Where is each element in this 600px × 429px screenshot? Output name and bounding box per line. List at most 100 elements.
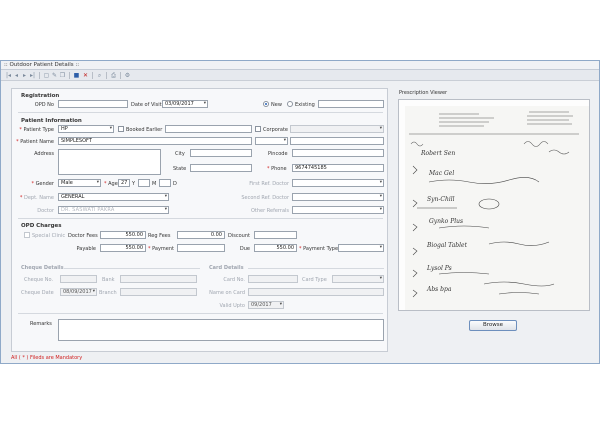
settings-icon[interactable]: ⚙ — [124, 72, 131, 79]
mandatory-note: All ( * ) Fileds are Mandatory — [11, 355, 83, 361]
doctor-fees-input[interactable]: 550.00 — [100, 231, 146, 239]
payment-type-select[interactable]: ▾ — [338, 244, 384, 252]
bank-label: Bank — [102, 277, 115, 283]
chevron-down-icon: ▾ — [379, 180, 382, 185]
corporate-select[interactable]: ▾ — [290, 125, 384, 133]
due-label: Due — [239, 246, 250, 252]
pincode-input[interactable] — [292, 149, 384, 157]
discount-input[interactable] — [254, 231, 297, 239]
patient-type-select[interactable]: HP ▾ — [58, 125, 114, 133]
card-no-label: Card No. — [223, 277, 245, 283]
first-icon[interactable]: |◂ — [5, 72, 12, 79]
cheque-date-picker[interactable]: 08/09/2017 ▾ — [60, 288, 97, 296]
chevron-down-icon: ▾ — [379, 207, 382, 212]
save-icon[interactable]: ■ — [73, 72, 80, 79]
search-icon[interactable]: ⌕ — [96, 72, 103, 79]
payable-input[interactable]: 550.00 — [100, 244, 146, 252]
handwriting-strokes — [412, 165, 555, 298]
payable-label: Payable — [76, 246, 96, 252]
gender-select[interactable]: Male ▾ — [58, 179, 101, 187]
new-icon[interactable]: ▢ — [43, 72, 50, 79]
chevron-down-icon: ▾ — [164, 194, 167, 199]
gender-label: * Gender — [31, 181, 54, 187]
edit-icon[interactable]: ✎ — [51, 72, 58, 79]
divider — [18, 218, 383, 219]
corporate-checkbox[interactable] — [255, 126, 261, 132]
delete-icon[interactable]: ✕ — [82, 72, 89, 79]
second-ref-doctor-select[interactable]: ▾ — [292, 193, 384, 201]
opd-no-input[interactable] — [58, 100, 128, 108]
remarks-textarea[interactable] — [58, 319, 384, 341]
name-on-card-input[interactable] — [248, 288, 384, 296]
other-referrals-select[interactable]: ▾ — [292, 206, 384, 214]
chevron-down-icon: ▾ — [109, 126, 112, 131]
city-input[interactable] — [190, 149, 252, 157]
phone-label: * Phone — [267, 166, 287, 172]
pincode-label: Pincode — [268, 151, 288, 157]
bank-input[interactable] — [120, 275, 197, 283]
existing-input[interactable] — [318, 100, 384, 108]
patient-name-input[interactable]: SIMPLESOFT — [58, 137, 252, 145]
chevron-down-icon: ▾ — [379, 245, 382, 250]
valid-upto-label: Valid Upto — [219, 303, 246, 309]
dept-name-label: * Dept. Name — [19, 195, 54, 201]
valid-upto-picker[interactable]: 09/2017 ▾ — [248, 301, 284, 309]
second-ref-doctor-label: Second Ref. Doctor — [241, 195, 289, 201]
special-clinic-checkbox[interactable] — [24, 232, 30, 238]
booked-earlier-checkbox[interactable] — [118, 126, 124, 132]
age-days-input[interactable] — [159, 179, 171, 187]
last-icon[interactable]: ▸| — [29, 72, 36, 79]
other-referrals-label: Other Referrals — [250, 208, 289, 214]
city-label: City — [175, 151, 185, 157]
dept-name-select[interactable]: GENERAL ▾ — [58, 193, 169, 201]
chevron-down-icon: ▾ — [164, 207, 167, 212]
card-type-select[interactable]: ▾ — [332, 275, 384, 283]
divider — [18, 313, 383, 314]
browse-button[interactable]: Browse — [469, 320, 517, 331]
phone-input[interactable]: 9674745185 — [292, 164, 384, 172]
due-input[interactable]: 550.00 — [254, 244, 297, 252]
new-radio[interactable] — [263, 101, 269, 107]
years-label: Y — [132, 181, 136, 187]
chevron-down-icon: ▾ — [379, 126, 382, 131]
state-input[interactable] — [190, 164, 252, 172]
previous-icon[interactable]: ◂ — [13, 72, 20, 79]
first-ref-doctor-select[interactable]: ▾ — [292, 179, 384, 187]
patient-name-label: * Patient Name — [16, 139, 54, 145]
divider — [18, 112, 383, 113]
cheque-no-input[interactable] — [60, 275, 97, 283]
name-suffix-select[interactable]: ▾ — [255, 137, 288, 145]
age-years-input[interactable]: 27 — [118, 179, 130, 187]
state-label: State — [173, 166, 187, 172]
chevron-down-icon: ▾ — [96, 180, 99, 185]
existing-radio[interactable] — [287, 101, 293, 107]
next-icon[interactable]: ▸ — [21, 72, 28, 79]
age-months-input[interactable] — [138, 179, 150, 187]
outdoor-patient-window: :: Outdoor Patient Details :: |◂ ◂ ▸ ▸| … — [0, 60, 600, 364]
payment-input[interactable] — [177, 244, 225, 252]
doctor-label: Doctor — [37, 208, 54, 214]
print-icon[interactable]: ⎙ — [110, 72, 117, 79]
cheque-no-label: Cheque No. — [24, 277, 54, 283]
corporate-label: Corporate — [263, 127, 288, 133]
address-textarea[interactable] — [58, 149, 161, 175]
card-no-input[interactable] — [248, 275, 298, 283]
date-of-visit-picker[interactable]: 03/09/2017 ▾ — [162, 100, 208, 108]
address-label: Address — [34, 151, 54, 157]
reg-fees-input[interactable]: 0.00 — [177, 231, 225, 239]
cheque-date-label: Cheque Date — [21, 290, 54, 296]
doctor-select[interactable]: DR. SASWATI PAKRA ▾ — [58, 206, 169, 214]
chevron-down-icon: ▾ — [283, 138, 286, 143]
patient-name-extra-input[interactable] — [290, 137, 384, 145]
name-on-card-label: Name on Card — [209, 290, 245, 296]
branch-input[interactable] — [120, 288, 197, 296]
copy-icon[interactable]: ❐ — [59, 72, 66, 79]
patient-type-label: * Patient Type — [19, 127, 54, 133]
first-ref-doctor-label: First Ref. Doctor — [249, 181, 289, 187]
booked-earlier-input[interactable] — [165, 125, 252, 133]
existing-label: Existing — [295, 102, 315, 108]
opd-charges-heading: OPD Charges — [21, 223, 62, 229]
payment-label: * Payment — [148, 246, 174, 252]
date-of-visit-label: Date of Visit — [131, 102, 162, 108]
window-titlebar: :: Outdoor Patient Details :: — [1, 61, 599, 70]
